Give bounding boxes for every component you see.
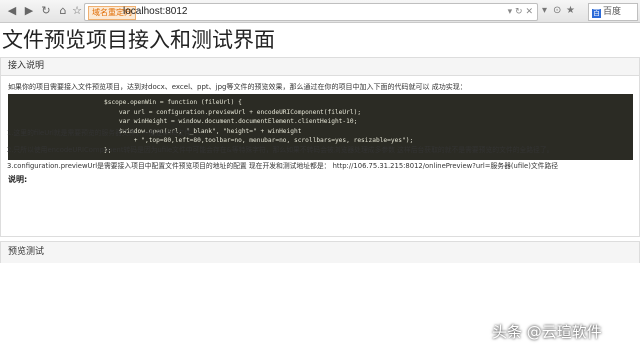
preview-test-heading: 预览测试 (1, 242, 639, 263)
address-tools-icon[interactable]: ▾ ↻ ✕ (508, 5, 533, 19)
address-bar[interactable]: 域名重定向 localhost:8012 ▾ ↻ ✕ (84, 3, 538, 21)
notes-title: 说明: (8, 175, 28, 184)
forward-icon[interactable]: ▶ (21, 3, 37, 19)
search-box[interactable]: 百百度 (588, 3, 638, 21)
code-line: $scope.openWin = function (fileUrl) { (104, 99, 242, 106)
integration-intro: 如果你的项目需要接入文件预览项目，达到对docx、excel、ppt、jpg等文… (8, 83, 467, 91)
page-title: 文件预览项目接入和测试界面 (2, 28, 275, 52)
preview-test-panel: 预览测试 (0, 241, 640, 263)
code-line: var winHeight = window.document.document… (104, 118, 358, 126)
watermark: 头条 @云瑄软件 (492, 323, 602, 341)
back-icon[interactable]: ◀ (4, 3, 20, 19)
note-item: 1.这里的fileUrl就是需要预览的服务器文件，一般是ufile文件 (7, 129, 191, 137)
star-icon[interactable]: ☆ (69, 3, 85, 19)
note-item: 3.configuration.previewUrl是需要接入项目中配置文件预览… (7, 162, 559, 170)
refresh-icon[interactable]: ↻ (38, 3, 54, 19)
note-item: 2.只所以使用encodeURIComponent转码是因为ufile文件中可能… (7, 146, 554, 154)
url-text[interactable]: localhost:8012 (123, 5, 188, 19)
code-line: var url = configuration.previewUrl + enc… (104, 108, 362, 116)
browser-toolbar: ◀ ▶ ↻ ⌂ ☆ 域名重定向 localhost:8012 ▾ ↻ ✕ ▾ ⊙… (0, 0, 640, 23)
bookmark-icon[interactable]: ★ (566, 3, 575, 19)
integration-heading: 接入说明 (1, 58, 639, 76)
dropdown-icon[interactable]: ▾ (542, 3, 547, 19)
search-engine-label: 百度 (603, 7, 622, 17)
history-icon[interactable]: ⊙ (553, 3, 561, 19)
baidu-icon: 百 (592, 9, 601, 18)
